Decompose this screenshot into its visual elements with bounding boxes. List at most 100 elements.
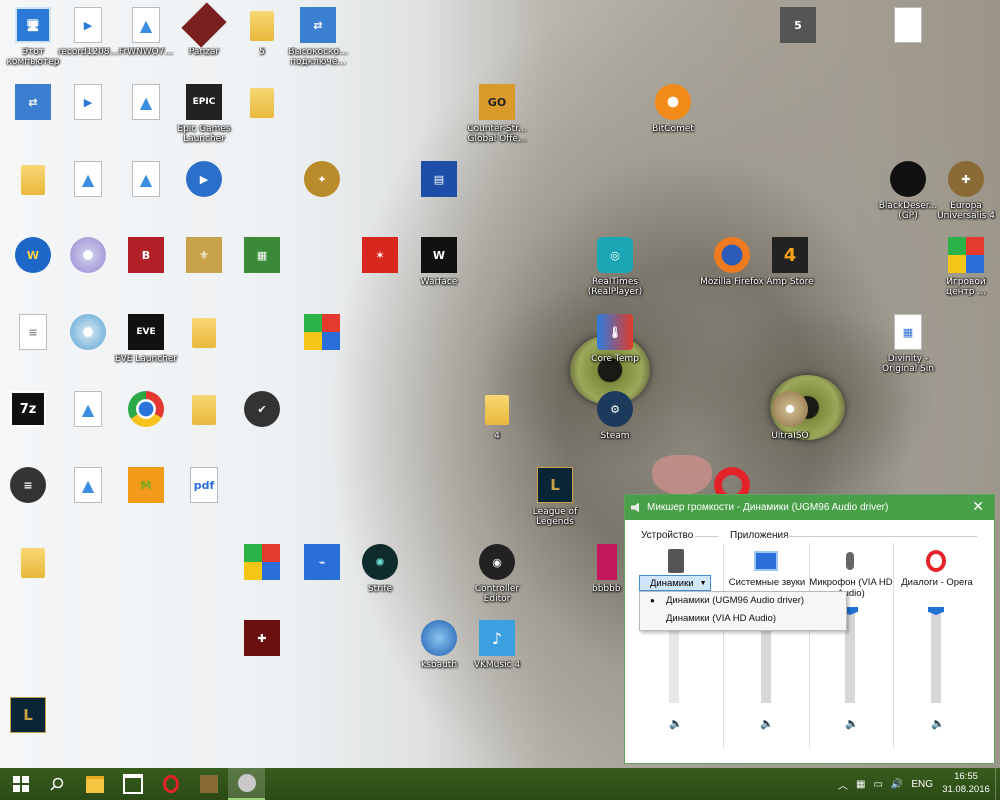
taskbar-store[interactable] bbox=[114, 768, 151, 800]
desktop-icon[interactable]: ▦ bbox=[229, 233, 295, 305]
icon-label: Controller Editor bbox=[474, 584, 520, 604]
desktop-icon[interactable] bbox=[55, 233, 121, 305]
divinity-icon: ▦ bbox=[894, 314, 922, 350]
desktop-icon[interactable]: B bbox=[113, 233, 179, 305]
desktop-icon[interactable]: ✔ bbox=[229, 387, 295, 459]
desktop-icon[interactable]: ▲ bbox=[55, 157, 121, 229]
emblem-icon: ✦ bbox=[304, 161, 340, 197]
microphone-mute-icon[interactable]: 🔈 bbox=[845, 717, 859, 730]
desktop-icon[interactable] bbox=[171, 387, 237, 459]
desktop-icon[interactable]: BlackDeser... (GP) bbox=[875, 157, 941, 229]
desktop-icon[interactable]: ⇄ Высокоско... подключе... bbox=[285, 3, 351, 75]
taskbar-europa[interactable] bbox=[190, 768, 227, 800]
desktop-icon[interactable]: W Warface bbox=[406, 233, 472, 305]
desktop-icon[interactable]: ▦ Divinity - Original Sin bbox=[875, 310, 941, 382]
desktop-icon[interactable]: 7z bbox=[0, 387, 61, 459]
desktop-icon[interactable]: 5 bbox=[765, 3, 831, 75]
desktop-icon[interactable]: Panzar bbox=[171, 2, 237, 75]
amp-store-icon: 4 bbox=[772, 237, 808, 273]
desktop-icon[interactable]: pdf bbox=[171, 463, 237, 535]
taskbar-file-explorer[interactable] bbox=[76, 768, 113, 800]
device-select-label: Динамики bbox=[650, 577, 694, 589]
desktop-icon[interactable]: ✦ bbox=[289, 157, 355, 229]
desktop-icon[interactable]: ◉ Controller Editor bbox=[464, 540, 530, 612]
mixer-titlebar[interactable]: Микшер громкости - Динамики (UGM96 Audio… bbox=[625, 495, 994, 520]
desktop-icon[interactable]: L bbox=[0, 693, 61, 765]
desktop-icon[interactable]: ▲ bbox=[55, 463, 121, 535]
icon-label: EVE Launcher bbox=[114, 354, 178, 364]
desktop-icon[interactable]: Игровой центр ... bbox=[933, 233, 999, 305]
desktop-icon[interactable]: ▲ bbox=[55, 387, 121, 459]
app-icon: ⌁ bbox=[304, 544, 340, 580]
desktop-icon[interactable]: 4 Amp Store bbox=[757, 233, 823, 305]
desktop-icon[interactable]: Mozilla Firefox bbox=[699, 233, 765, 305]
desktop-icon[interactable]: ✶ bbox=[347, 233, 413, 305]
desktop-icon[interactable]: M bbox=[113, 463, 179, 535]
opera-slider[interactable] bbox=[931, 607, 941, 703]
clock[interactable]: 16:55 31.08.2016 bbox=[940, 770, 992, 796]
desktop-icon[interactable]: ksbauth bbox=[406, 616, 472, 688]
desktop-icon[interactable] bbox=[229, 80, 295, 152]
desktop-icon[interactable] bbox=[171, 310, 237, 382]
icon-label: BitComet bbox=[652, 124, 694, 134]
desktop-icon[interactable]: ▶ bbox=[171, 157, 237, 229]
icon-label: Mozilla Firefox bbox=[700, 277, 764, 287]
desktop-icon[interactable]: 🌡 Core Temp bbox=[582, 310, 648, 382]
icon-label: ksbauth bbox=[420, 660, 458, 670]
desktop-icon[interactable] bbox=[55, 310, 121, 382]
device-select-button[interactable]: Динамики ▼ bbox=[639, 575, 711, 591]
icon-label: Core Temp bbox=[591, 354, 639, 364]
desktop-icon[interactable]: ✚ Europa Universalis 4 bbox=[933, 157, 999, 229]
desktop-icon[interactable]: ≡ bbox=[0, 463, 61, 535]
epic-games-icon: EPIC bbox=[186, 84, 222, 120]
desktop-icon[interactable]: ⚜ bbox=[171, 233, 237, 305]
desktop-icon[interactable]: ▤ bbox=[406, 157, 472, 229]
app-tray-icon[interactable]: ▦ bbox=[856, 779, 865, 790]
network-icon[interactable]: ▭ bbox=[873, 779, 882, 790]
panzar-icon bbox=[181, 2, 227, 48]
chevron-up-icon[interactable]: ︿ bbox=[838, 777, 848, 792]
device-option[interactable]: ● Динамики (UGM96 Audio driver) bbox=[640, 592, 846, 610]
desktop-icon[interactable]: EPIC Epic Games Launcher bbox=[171, 80, 237, 152]
show-desktop-button[interactable] bbox=[995, 768, 1000, 800]
folder-icon bbox=[485, 395, 509, 425]
desktop-icon[interactable]: ✺ Strife bbox=[347, 540, 413, 612]
desktop-icon[interactable] bbox=[0, 540, 66, 612]
desktop-icon[interactable]: 4 bbox=[464, 387, 530, 459]
desktop-icon[interactable]: ⌁ bbox=[289, 540, 355, 612]
eve-icon: EVE bbox=[128, 314, 164, 350]
desktop-icon[interactable]: L League of Legends bbox=[522, 463, 588, 535]
close-icon[interactable]: ✕ bbox=[972, 498, 984, 515]
desktop-icon[interactable]: ▲ FrWNWO7... bbox=[113, 3, 179, 75]
opera-mute-icon[interactable]: 🔈 bbox=[931, 717, 945, 730]
device-mute-icon[interactable]: 🔈 bbox=[669, 717, 683, 730]
desktop-icon[interactable]: ✚ bbox=[229, 616, 295, 688]
taskbar-opera[interactable] bbox=[152, 768, 189, 800]
desktop-icon[interactable]: ♪ VKMusic 4 bbox=[464, 616, 530, 688]
language-indicator[interactable]: ENG bbox=[911, 779, 933, 790]
desktop-icon[interactable]: ▲ bbox=[113, 157, 179, 229]
volume-icon[interactable]: 🔊 bbox=[891, 779, 903, 790]
desktop-icon[interactable] bbox=[113, 387, 179, 459]
desktop-icon[interactable]: ▶ bbox=[55, 80, 121, 152]
desktop-icon[interactable] bbox=[229, 540, 295, 612]
icon-label: FrWNWO7... bbox=[118, 47, 174, 57]
desktop-icon[interactable]: BitComet bbox=[640, 80, 706, 152]
icon-label: Warface bbox=[420, 277, 458, 287]
separator bbox=[893, 543, 894, 748]
desktop-icon[interactable]: ◎ RealTimes (RealPlayer) bbox=[582, 233, 648, 305]
desktop-icon[interactable] bbox=[289, 310, 355, 382]
desktop-icon[interactable]: UltraISO bbox=[757, 387, 823, 459]
desktop-icon[interactable]: GO Counter-Str... Global Offe... bbox=[464, 80, 530, 152]
system-sounds-mute-icon[interactable]: 🔈 bbox=[760, 717, 774, 730]
desktop-icon[interactable]: EVE EVE Launcher bbox=[113, 310, 179, 382]
taskbar-app[interactable] bbox=[228, 768, 265, 800]
device-option[interactable]: Динамики (VIA HD Audio) bbox=[640, 610, 846, 628]
start-button[interactable] bbox=[2, 768, 39, 800]
desktop-icon[interactable]: ⚙ Steam bbox=[582, 387, 648, 459]
photo-file-icon: ▲ bbox=[132, 161, 160, 197]
desktop-icon[interactable] bbox=[875, 3, 941, 75]
desktop-icon[interactable]: ▶ record1208... bbox=[55, 3, 121, 75]
desktop-icon[interactable]: ▲ bbox=[113, 80, 179, 152]
search-button[interactable] bbox=[38, 768, 75, 800]
